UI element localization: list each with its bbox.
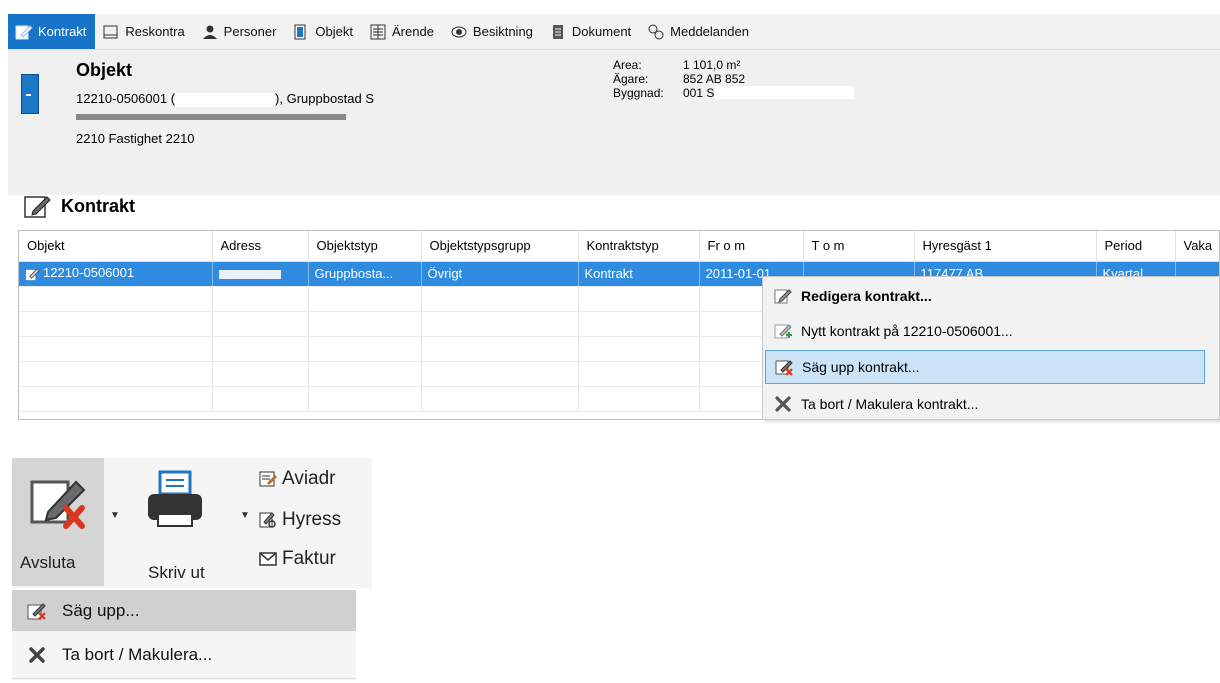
column-header-kontraktstyp[interactable]: Kontraktstyp [578,231,700,262]
tab-label: Meddelanden [670,24,749,39]
info-area: Area: 1 101,0 m² [613,58,741,72]
redacted-block [714,86,855,99]
tab-arende[interactable]: Ärende [362,14,443,49]
skriv-ut-button[interactable]: Skriv ut [132,458,232,586]
tab-meddelanden[interactable]: Meddelanden [640,14,758,49]
edit-contract-icon [774,289,792,304]
column-header-objektstyp[interactable]: Objektstyp [308,231,422,262]
menu-item-redigera-kontrakt[interactable]: Redigera kontrakt... [765,279,1205,313]
tab-label: Kontrakt [38,24,87,39]
menu-item-nytt-kontrakt[interactable]: Nytt kontrakt på 12210-0506001... [765,314,1205,348]
tab-besiktning[interactable]: Besiktning [443,14,542,49]
column-header-objekt[interactable]: Objekt [19,231,213,262]
cell-objektstyp: Gruppbosta... [308,261,422,287]
terminate-contract-icon [27,602,46,620]
terminate-contract-icon [775,360,793,376]
tab-dokument[interactable]: Dokument [542,14,640,49]
terminate-contract-icon [30,480,86,529]
column-header-period[interactable]: Period [1096,231,1176,262]
edit-contract-icon [25,267,40,280]
case-icon [370,24,386,39]
object-address-line [76,108,346,123]
object-info: Area: 1 101,0 m² Ägare: 852 AB 852 Byggnad… [613,58,855,100]
object-id-line: 12210-0506001 ( ), Gruppbostad S [76,91,374,107]
column-header-hyresgast[interactable]: Hyresgäst 1 [914,231,1097,262]
object-header: Objekt 12210-0506001 ( ), Gruppbostad S 2… [8,50,1220,195]
cell-kontraktstyp: Kontrakt [578,261,700,287]
avsluta-dropdown-arrow-icon[interactable]: ▼ [110,510,120,521]
document-icon [552,24,563,39]
column-header-tom[interactable]: T o m [803,231,915,262]
cell-objekt: 12210-0506001 [19,261,213,287]
edit-contract-icon [15,24,33,39]
section-title-text: Kontrakt [61,195,136,216]
notice-icon [259,471,278,487]
object-id-suffix: ), Gruppbostad S [275,91,375,106]
info-building: Byggnad: 001 S [613,86,855,100]
eye-icon [451,26,467,37]
tab-label: Reskontra [125,24,185,39]
tab-reskontra[interactable]: Reskontra [95,14,193,49]
redacted-block [175,92,276,107]
avsluta-button[interactable]: Avsluta [12,458,104,586]
dropdown-item-ta-bort[interactable]: Ta bort / Makulera... [12,634,356,675]
info-owner: Ägare: 852 AB 852 [613,72,746,86]
envelope-icon [259,552,277,566]
tab-label: Besiktning [472,24,533,39]
redacted-block [218,270,281,280]
tab-label: Dokument [571,24,632,39]
door-icon [21,74,39,114]
cell-adress [212,261,309,287]
edit-contract-icon [24,196,51,218]
object-property-line: 2210 Fastighet 2210 [76,131,195,146]
cell-grupp: Övrigt [421,261,579,287]
column-header-from[interactable]: Fr o m [699,231,804,262]
ledger-icon [103,25,118,38]
messages-icon [648,24,664,39]
person-icon [202,25,217,39]
aviadress-button[interactable]: Aviadr [258,464,372,494]
tab-label: Objekt [315,24,353,39]
object-title: Objekt [76,60,133,80]
object-icon [294,24,306,39]
avsluta-dropdown-menu: Säg upp... Ta bort / Makulera... [12,590,356,680]
tab-label: Ärende [392,24,434,39]
column-header-objektstypsgrupp[interactable]: Objektstypsgrupp [421,231,579,262]
tenant-search-icon [259,512,276,528]
tab-objekt[interactable]: Objekt [285,14,362,49]
hyresgast-button[interactable]: Hyress [258,505,372,535]
menu-item-ta-bort-kontrakt[interactable]: Ta bort / Makulera kontrakt... [765,387,1205,421]
kontrakt-section-title: Kontrakt [23,193,135,219]
skriv-ut-label: Skriv ut [148,563,205,582]
divider [12,678,356,679]
skriv-ut-dropdown-arrow-icon[interactable]: ▼ [240,510,250,521]
printer-icon [148,470,202,527]
dropdown-item-sag-upp[interactable]: Säg upp... [12,590,356,631]
new-contract-icon [774,324,792,339]
context-menu: Redigera kontrakt... Nytt kontrakt på 12… [762,276,1220,420]
table-header-row: Objekt Adress Objektstyp Objektstypsgrup… [19,231,1219,262]
column-header-adress[interactable]: Adress [212,231,309,262]
delete-x-icon [29,646,45,663]
menu-item-sag-upp-kontrakt[interactable]: Säg upp kontrakt... [765,350,1205,384]
ribbon-zoom: Avsluta ▼ Skriv ut ▼ Aviadr Hyress Faktu… [12,458,372,588]
tab-bar: Kontrakt Reskontra Personer Objekt Ärend… [8,14,1220,50]
faktura-button[interactable]: Faktur [258,544,372,574]
tab-label: Personer [223,24,277,39]
avsluta-label: Avsluta [20,553,76,572]
object-id-prefix: 12210-0506001 ( [76,91,176,106]
column-header-vakans[interactable]: Vaka [1175,231,1219,262]
tab-personer[interactable]: Personer [194,14,286,49]
redacted-block [76,113,346,120]
tab-kontrakt[interactable]: Kontrakt [8,14,96,49]
delete-x-icon [775,396,791,412]
